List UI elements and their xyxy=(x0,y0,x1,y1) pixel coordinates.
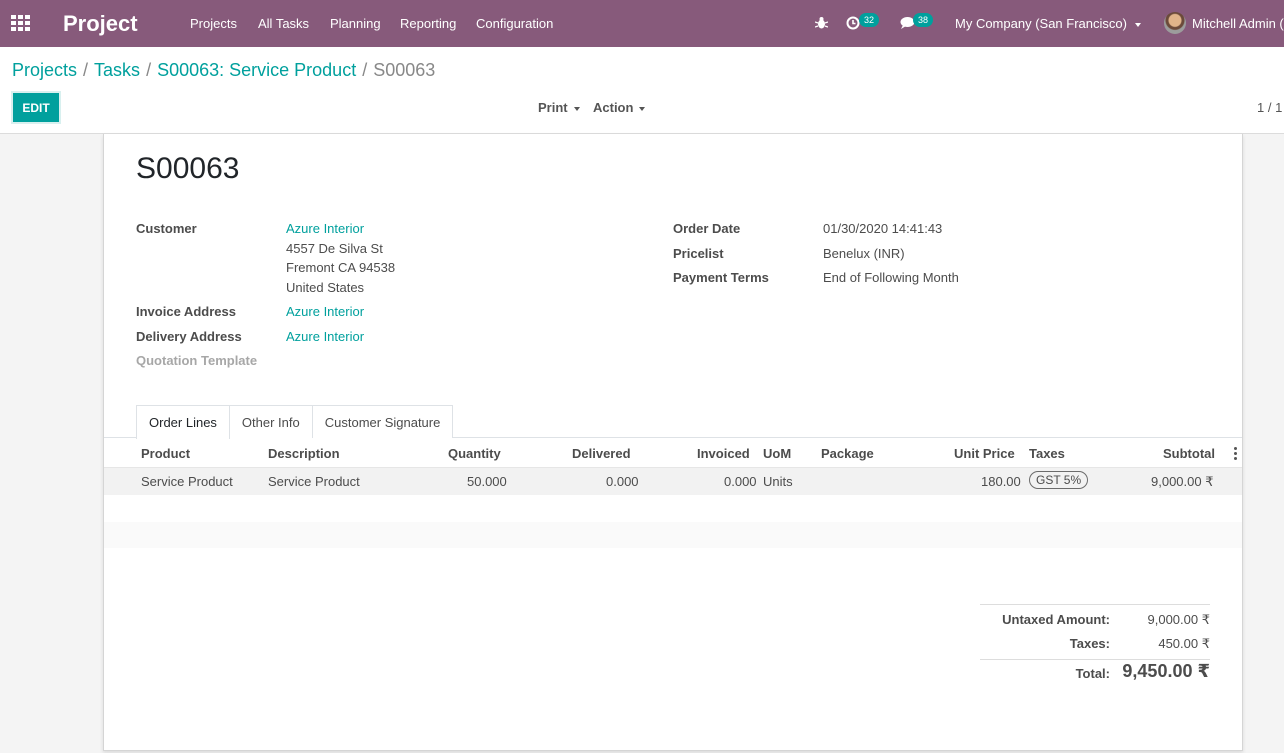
activity-count-badge: 32 xyxy=(859,13,880,27)
print-label: Print xyxy=(538,100,568,115)
user-avatar[interactable] xyxy=(1164,12,1186,34)
cell-product: Service Product xyxy=(141,474,233,489)
tab-customer-signature[interactable]: Customer Signature xyxy=(311,405,454,438)
payment-terms-value: End of Following Month xyxy=(823,270,959,285)
delivery-address-link[interactable]: Azure Interior xyxy=(286,329,364,344)
messages-count-badge: 38 xyxy=(913,13,934,27)
payment-terms-label: Payment Terms xyxy=(673,270,769,285)
totals-top-divider xyxy=(980,604,1210,605)
user-menu-name[interactable]: Mitchell Admin ( xyxy=(1192,16,1284,31)
address-line-1: 4557 De Silva St xyxy=(286,241,383,256)
menu-all-tasks[interactable]: All Tasks xyxy=(258,16,309,31)
col-unit-price[interactable]: Unit Price xyxy=(954,446,1015,461)
app-brand[interactable]: Project xyxy=(63,11,138,37)
untaxed-amount-value: 9,000.00 ₹ xyxy=(1147,612,1211,627)
menu-projects[interactable]: Projects xyxy=(190,16,237,31)
chevron-down-icon xyxy=(1134,22,1141,27)
col-uom[interactable]: UoM xyxy=(763,446,791,461)
col-invoiced[interactable]: Invoiced xyxy=(697,446,750,461)
col-quantity[interactable]: Quantity xyxy=(448,446,501,461)
customer-label: Customer xyxy=(136,221,197,236)
main-navbar: Project Projects All Tasks Planning Repo… xyxy=(0,0,1284,47)
chevron-down-icon xyxy=(573,106,580,111)
notebook-tabs: Order Lines Other Info Customer Signatur… xyxy=(136,405,454,439)
col-subtotal[interactable]: Subtotal xyxy=(1163,446,1215,461)
col-package[interactable]: Package xyxy=(821,446,874,461)
action-label: Action xyxy=(593,100,634,115)
menu-reporting[interactable]: Reporting xyxy=(400,16,456,31)
taxes-value: 450.00 ₹ xyxy=(1158,636,1210,651)
cell-subtotal: 9,000.00 ₹ xyxy=(1151,474,1214,489)
debug-bug-icon[interactable] xyxy=(815,16,828,30)
pager[interactable]: 1 / 1 xyxy=(1257,100,1282,115)
control-panel: Projects / Tasks / S00063: Service Product / S… xyxy=(0,47,1284,134)
cell-invoiced: 0.000 xyxy=(724,474,757,489)
company-switcher[interactable]: My Company (San Francisco) xyxy=(955,16,1141,31)
taxes-label: Taxes: xyxy=(1069,636,1110,651)
tax-badge[interactable]: GST 5% xyxy=(1029,471,1089,489)
delivery-address-label: Delivery Address xyxy=(136,329,242,344)
apps-menu-icon[interactable] xyxy=(11,15,31,33)
breadcrumb-task[interactable]: S00063: Service Product xyxy=(157,60,356,80)
optional-columns-icon[interactable] xyxy=(1234,447,1238,462)
untaxed-amount-label: Untaxed Amount: xyxy=(1002,612,1110,627)
col-taxes[interactable]: Taxes xyxy=(1029,446,1065,461)
breadcrumb-projects[interactable]: Projects xyxy=(12,60,77,80)
cell-description: Service Product xyxy=(268,474,360,489)
order-date-value: 01/30/2020 14:41:43 xyxy=(823,221,943,236)
customer-link[interactable]: Azure Interior xyxy=(286,221,364,236)
empty-row xyxy=(104,522,1242,548)
breadcrumb-separator: / xyxy=(362,60,368,80)
col-delivered[interactable]: Delivered xyxy=(572,446,631,461)
tab-order-lines[interactable]: Order Lines xyxy=(136,405,230,439)
breadcrumb: Projects / Tasks / S00063: Service Product / S… xyxy=(12,60,435,81)
total-value: 9,450.00 ₹ xyxy=(1122,661,1210,681)
breadcrumb-separator: / xyxy=(83,60,89,80)
totals-divider xyxy=(980,659,1210,660)
menu-configuration[interactable]: Configuration xyxy=(476,16,553,31)
quotation-template-label: Quotation Template xyxy=(136,353,258,368)
total-label: Total: xyxy=(1075,666,1110,681)
cell-unit-price: 180.00 xyxy=(981,474,1021,489)
pricelist-value: Benelux (INR) xyxy=(823,246,905,261)
invoice-address-label: Invoice Address xyxy=(136,304,236,319)
cell-delivered: 0.000 xyxy=(606,474,639,489)
breadcrumb-separator: / xyxy=(146,60,152,80)
col-description[interactable]: Description xyxy=(268,446,340,461)
chevron-down-icon xyxy=(639,106,646,111)
form-sheet: S00063 Customer Azure Interior 4557 De S… xyxy=(103,134,1243,751)
company-name: My Company (San Francisco) xyxy=(955,16,1127,31)
print-dropdown[interactable]: Print xyxy=(538,100,580,115)
breadcrumb-current: S00063 xyxy=(373,60,436,80)
order-title: S00063 xyxy=(136,152,240,185)
edit-button[interactable]: EDIT xyxy=(11,91,61,124)
pricelist-label: Pricelist xyxy=(673,246,724,261)
order-date-label: Order Date xyxy=(673,221,741,236)
cell-quantity: 50.000 xyxy=(467,474,507,489)
col-product[interactable]: Product xyxy=(141,446,190,461)
activity-clock-icon[interactable] xyxy=(846,16,860,30)
cell-uom: Units xyxy=(763,474,793,489)
tab-other-info[interactable]: Other Info xyxy=(228,405,313,438)
breadcrumb-tasks[interactable]: Tasks xyxy=(94,60,140,80)
address-line-3: United States xyxy=(286,280,365,295)
invoice-address-link[interactable]: Azure Interior xyxy=(286,304,364,319)
menu-planning[interactable]: Planning xyxy=(330,16,381,31)
address-line-2: Fremont CA 94538 xyxy=(286,260,396,275)
action-dropdown[interactable]: Action xyxy=(593,100,646,115)
